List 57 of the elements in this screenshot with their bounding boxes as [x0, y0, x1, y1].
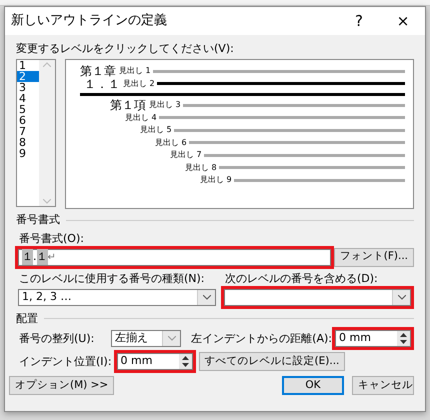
dialog-button[interactable]: キャンセル [352, 376, 414, 395]
indent-spinner[interactable]: 0 mm [116, 353, 193, 370]
caret-icon [398, 294, 406, 300]
heading-number: 第１章 [80, 63, 116, 80]
close-button[interactable]: × [381, 10, 425, 32]
heading-label: 見出し 7 [170, 149, 202, 162]
heading-label: 見出し 4 [125, 112, 157, 124]
paragraph-mark: ↵ [48, 250, 56, 264]
alignment-dropdown[interactable]: 左揃え [111, 330, 182, 347]
help-button[interactable]: ? [337, 10, 381, 32]
caret-icon [168, 336, 176, 341]
group-heading: 番号書式 [16, 212, 60, 228]
distance-spinner[interactable]: 0 mm [335, 330, 411, 347]
level-item[interactable]: 2 [17, 71, 39, 82]
number-style-dropdown[interactable]: 1, 2, 3 … [18, 288, 216, 306]
caret-icon [202, 294, 210, 300]
number-format-field[interactable]: １.１↵ [18, 248, 331, 266]
level-item[interactable]: 5 [17, 104, 39, 115]
heading-number: １．１ [84, 76, 120, 93]
level-list[interactable]: 1 2 3 4 5 6 7 8 9 [16, 59, 56, 207]
level-prompt: 変更するレベルをクリックしてください(V): [16, 42, 235, 56]
format-text: １ [22, 248, 33, 266]
heading-label: 見出し 5 [140, 124, 172, 136]
field-label: このレベルに使用する番号の種類(N): [19, 272, 206, 286]
level-item[interactable]: 3 [17, 82, 39, 93]
dialog-button[interactable]: OK [282, 376, 344, 395]
heading-label: 見出し 1 [119, 65, 151, 78]
font-button[interactable]: フォント(F)... [334, 248, 414, 266]
dropdown-value: 左揃え [115, 330, 149, 346]
set-all-levels-button[interactable]: すべてのレベルに設定(E)... [198, 352, 346, 371]
heading-number: 第１項 [110, 97, 146, 114]
field-label: 番号書式(O): [19, 232, 85, 246]
level-item[interactable]: 6 [17, 115, 39, 126]
field-label: 次のレベルの番号を含める(D): [225, 272, 379, 286]
spin-arrows-icon[interactable] [400, 333, 407, 344]
heading-label: 見出し 3 [149, 99, 181, 112]
level-item[interactable]: 8 [17, 137, 39, 148]
dialog-button[interactable]: オプション(M) >> [9, 376, 114, 395]
format-text: １ [36, 248, 48, 266]
spinner-value: 0 mm [120, 353, 154, 370]
window-title: 新しいアウトラインの定義 [11, 12, 168, 30]
field-label: 左インデントからの距離(A): [191, 332, 332, 346]
format-text: . [33, 248, 36, 265]
level-item[interactable]: 1 [17, 60, 39, 71]
group-heading: 配置 [16, 310, 38, 326]
field-label: 番号の整列(U): [19, 332, 96, 346]
spin-arrows-icon[interactable] [182, 356, 189, 367]
heading-label: 見出し 8 [185, 162, 217, 174]
level-item[interactable]: 4 [17, 93, 39, 104]
spinner-value: 0 mm [339, 330, 372, 346]
heading-label: 見出し 9 [200, 174, 232, 186]
heading-label: 見出し 2 [123, 78, 155, 90]
field-label: インデント位置(I): [19, 354, 112, 368]
dropdown-value: 1, 2, 3 … [22, 288, 72, 305]
level-item[interactable]: 7 [17, 126, 39, 137]
level-item[interactable]: 9 [17, 148, 39, 159]
heading-label: 見出し 6 [155, 136, 187, 149]
